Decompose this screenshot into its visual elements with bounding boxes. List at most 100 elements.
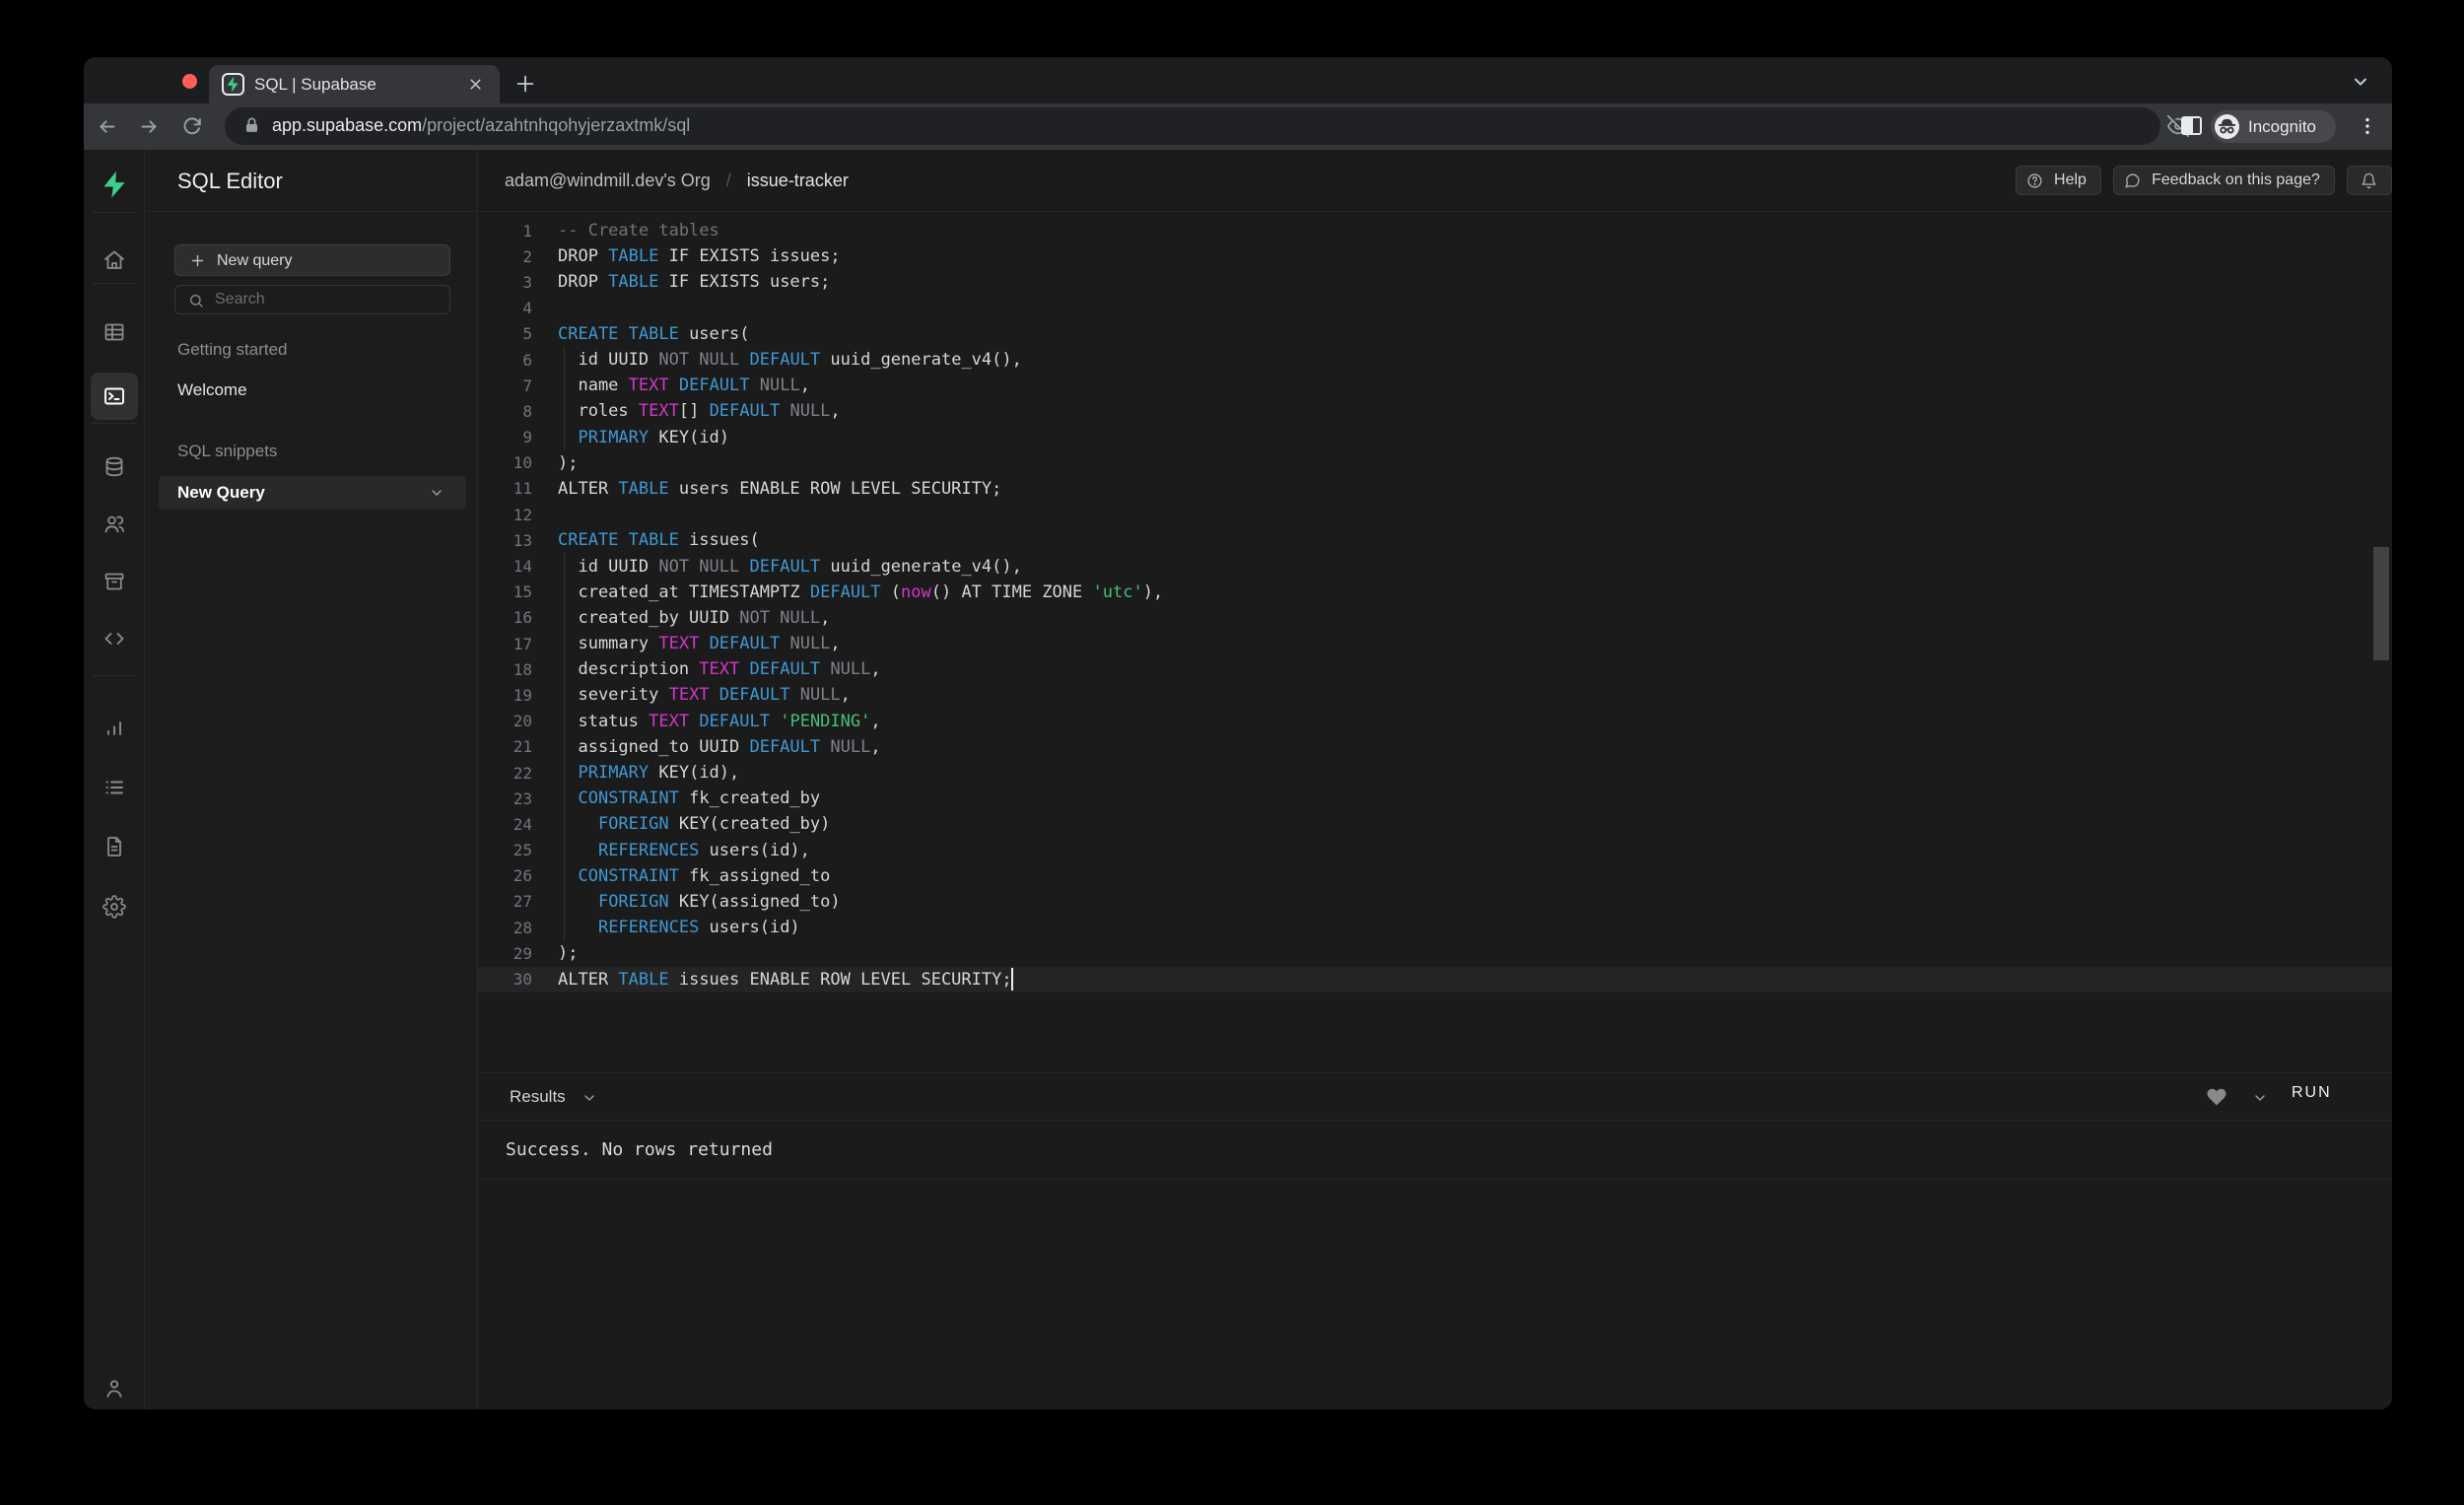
code-text: PRIMARY KEY(id) <box>558 428 729 447</box>
new-tab-button[interactable] <box>514 73 536 95</box>
code-line[interactable]: 25 REFERENCES users(id), <box>478 838 2392 863</box>
code-line[interactable]: 24 FOREIGN KEY(created_by) <box>478 811 2392 837</box>
forward-icon[interactable] <box>139 116 160 137</box>
code-line[interactable]: 2DROP TABLE IF EXISTS issues; <box>478 243 2392 269</box>
reload-icon[interactable] <box>181 116 202 137</box>
storage-icon[interactable] <box>103 570 126 593</box>
code-text: created_at TIMESTAMPTZ DEFAULT (now() AT… <box>558 582 1163 602</box>
results-dropdown[interactable]: Results <box>510 1087 566 1107</box>
rail-divider <box>92 212 137 213</box>
side-panel-icon[interactable] <box>2181 116 2202 135</box>
rail-divider <box>92 283 137 284</box>
section-label-sql-snippets: SQL snippets <box>177 442 277 461</box>
docs-icon[interactable] <box>103 835 126 858</box>
run-options-chevron-icon[interactable] <box>2252 1090 2268 1106</box>
code-line[interactable]: 18 description TEXT DEFAULT NULL, <box>478 656 2392 682</box>
feedback-button[interactable]: Feedback on this page? <box>2113 166 2335 195</box>
reports-icon[interactable] <box>103 717 126 740</box>
code-line[interactable]: 7 name TEXT DEFAULT NULL, <box>478 373 2392 398</box>
code-line[interactable]: 17 summary TEXT DEFAULT NULL, <box>478 631 2392 656</box>
code-line[interactable]: 1-- Create tables <box>478 218 2392 243</box>
tab-search-chevron-icon[interactable] <box>2351 72 2370 92</box>
code-text: REFERENCES users(id), <box>558 841 810 860</box>
favorite-heart-icon[interactable] <box>2206 1086 2227 1108</box>
code-line[interactable]: 22 PRIMARY KEY(id), <box>478 760 2392 786</box>
code-line[interactable]: 23 CONSTRAINT fk_created_by <box>478 786 2392 811</box>
breadcrumb: adam@windmill.dev's Org/issue-tracker <box>505 171 849 191</box>
sql-editor-icon[interactable] <box>103 384 126 408</box>
code-line[interactable]: 30ALTER TABLE issues ENABLE ROW LEVEL SE… <box>478 966 2392 992</box>
code-line[interactable]: 27 FOREIGN KEY(assigned_to) <box>478 889 2392 915</box>
editor-scrollbar[interactable] <box>2373 547 2389 660</box>
code-line[interactable]: 15 created_at TIMESTAMPTZ DEFAULT (now()… <box>478 580 2392 605</box>
table-editor-icon[interactable] <box>103 320 126 344</box>
browser-menu-icon[interactable] <box>2357 115 2378 137</box>
logs-icon[interactable] <box>103 776 126 799</box>
line-number: 13 <box>493 531 532 550</box>
sql-editor-sidebar: SQL Editor New query Getting started Wel… <box>145 150 478 1409</box>
line-number: 22 <box>493 764 532 783</box>
code-line[interactable]: 19 severity TEXT DEFAULT NULL, <box>478 682 2392 708</box>
url-bar[interactable]: app.supabase.com/project/azahtnhqohyjerz… <box>225 107 2160 145</box>
back-icon[interactable] <box>97 116 117 137</box>
database-icon[interactable] <box>103 455 126 479</box>
search-icon <box>188 293 204 308</box>
search-input[interactable] <box>215 288 442 311</box>
line-number: 12 <box>493 506 532 524</box>
page-title: SQL Editor <box>177 169 283 194</box>
breadcrumb-org[interactable]: adam@windmill.dev's Org <box>505 171 711 190</box>
supabase-logo[interactable] <box>100 170 129 199</box>
results-chevron-icon[interactable] <box>582 1090 597 1106</box>
code-line[interactable]: 28 REFERENCES users(id) <box>478 915 2392 940</box>
code-line[interactable]: 5CREATE TABLE users( <box>478 321 2392 347</box>
code-line[interactable]: 16 created_by UUID NOT NULL, <box>478 605 2392 631</box>
line-number: 29 <box>493 944 532 963</box>
bell-icon <box>2361 172 2377 189</box>
code-text: ); <box>558 453 578 473</box>
code-line[interactable]: 20 status TEXT DEFAULT 'PENDING', <box>478 709 2392 734</box>
code-line[interactable]: 12 <box>478 502 2392 527</box>
code-line[interactable]: 4 <box>478 296 2392 321</box>
line-number: 28 <box>493 919 532 937</box>
sidebar-item-new-query[interactable]: New Query <box>159 476 466 510</box>
code-line[interactable]: 9 PRIMARY KEY(id) <box>478 425 2392 450</box>
line-number: 2 <box>493 247 532 266</box>
line-number: 10 <box>493 453 532 472</box>
tab-close-icon[interactable] <box>467 76 484 93</box>
profile-icon[interactable] <box>103 1377 126 1401</box>
code-line[interactable]: 8 roles TEXT[] DEFAULT NULL, <box>478 398 2392 424</box>
code-line[interactable]: 10); <box>478 450 2392 476</box>
sidebar-item-welcome[interactable]: Welcome <box>177 380 247 400</box>
auth-icon[interactable] <box>103 513 126 536</box>
code-line[interactable]: 11ALTER TABLE users ENABLE ROW LEVEL SEC… <box>478 476 2392 502</box>
code-text: PRIMARY KEY(id), <box>558 763 739 783</box>
new-query-button[interactable]: New query <box>174 244 450 276</box>
code-text: id UUID NOT NULL DEFAULT uuid_generate_v… <box>558 350 1022 370</box>
code-line[interactable]: 3DROP TABLE IF EXISTS users; <box>478 269 2392 295</box>
run-button[interactable]: RUN <box>2292 1084 2332 1102</box>
code-line[interactable]: 6 id UUID NOT NULL DEFAULT uuid_generate… <box>478 347 2392 373</box>
breadcrumb-project[interactable]: issue-tracker <box>747 171 849 190</box>
line-number: 18 <box>493 660 532 679</box>
chevron-down-icon[interactable] <box>429 485 445 501</box>
text-cursor <box>1011 968 1013 991</box>
code-line[interactable]: 29); <box>478 940 2392 966</box>
line-number: 19 <box>493 686 532 705</box>
lock-icon[interactable] <box>242 116 261 135</box>
code-text: description TEXT DEFAULT NULL, <box>558 659 881 679</box>
browser-window: SQL | Supabase app.supabase.com/project/… <box>84 57 2392 1409</box>
code-line[interactable]: 21 assigned_to UUID DEFAULT NULL, <box>478 734 2392 760</box>
settings-icon[interactable] <box>103 895 126 919</box>
api-icon[interactable] <box>103 627 126 650</box>
incognito-badge: Incognito <box>2211 110 2336 143</box>
main-panel: adam@windmill.dev's Org/issue-tracker He… <box>478 150 2392 1409</box>
notifications-button[interactable] <box>2347 166 2392 195</box>
browser-tab[interactable]: SQL | Supabase <box>209 65 500 103</box>
help-button[interactable]: Help <box>2016 166 2101 195</box>
code-line[interactable]: 26 CONSTRAINT fk_assigned_to <box>478 863 2392 889</box>
code-line[interactable]: 14 id UUID NOT NULL DEFAULT uuid_generat… <box>478 553 2392 579</box>
close-window-button[interactable] <box>182 74 197 89</box>
home-icon[interactable] <box>103 248 126 272</box>
code-line[interactable]: 13CREATE TABLE issues( <box>478 527 2392 553</box>
sql-code-editor[interactable]: 1-- Create tables2DROP TABLE IF EXISTS i… <box>478 212 2392 1072</box>
